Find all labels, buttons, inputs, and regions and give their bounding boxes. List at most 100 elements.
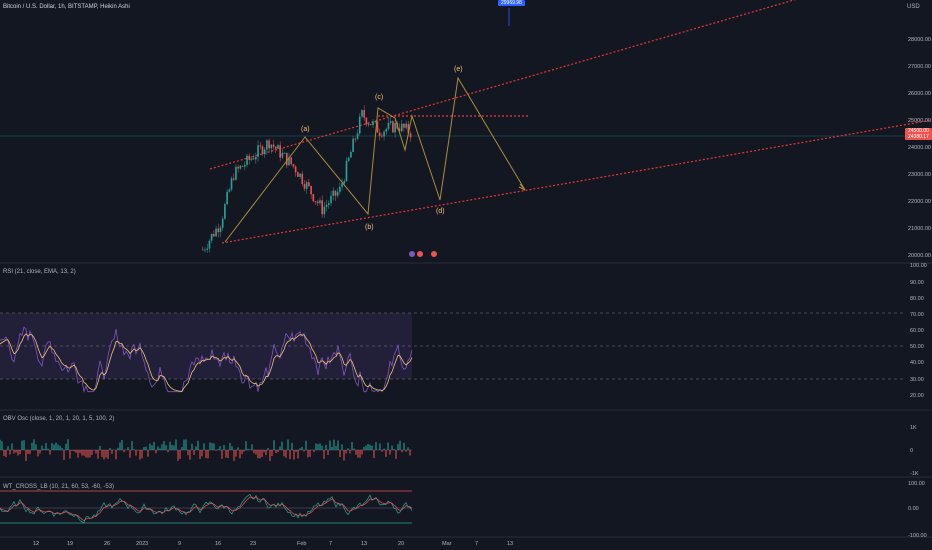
candle-body [303, 184, 306, 189]
price-tick-label: 23000.00 [908, 172, 931, 178]
candle-body [347, 157, 350, 161]
candle-body [283, 152, 286, 154]
candle-body [381, 135, 383, 137]
candle-body [219, 227, 222, 233]
price-tick-label: 25000.00 [908, 118, 931, 124]
wave-label-d: (d) [436, 208, 445, 215]
time-tick-label: 16 [215, 541, 221, 547]
candle-body [394, 123, 396, 133]
candle-body [237, 166, 239, 169]
candle-body [354, 138, 357, 140]
candle-body [356, 133, 359, 139]
candle-body [372, 121, 374, 125]
event-marker [409, 251, 415, 257]
candle-body [328, 203, 330, 205]
top-price-tag: 29969.98 [498, 0, 525, 6]
candle-body [321, 200, 323, 215]
candle-body [210, 233, 213, 241]
candle-body [259, 145, 262, 147]
obv-tick-label: 1K [910, 425, 917, 431]
candle-body [232, 178, 235, 180]
current-price-tag: 24500.00 24380.17 [905, 128, 932, 140]
candle-body [266, 140, 268, 150]
candle-body [257, 145, 259, 157]
candle-body [294, 166, 297, 173]
candle-body [268, 140, 270, 149]
candle-body [279, 145, 281, 158]
candle-body [292, 164, 295, 167]
candle-body [383, 131, 385, 137]
candle-body [272, 144, 275, 147]
wt-tick-label: 0.00 [908, 506, 919, 512]
rsi-tick-label: 60.00 [910, 328, 924, 334]
event-marker [417, 251, 423, 257]
price-tick-label: 20000.00 [908, 253, 931, 259]
candle-body [281, 152, 284, 158]
time-tick-label: 19 [67, 541, 73, 547]
candle-body [341, 183, 343, 187]
time-tick-label: Mar [442, 541, 452, 547]
time-tick-label: 9 [178, 541, 181, 547]
time-tick-label: 12 [33, 541, 39, 547]
wave-label-a: (a) [301, 126, 310, 133]
candle-body [202, 249, 204, 251]
obv-tick-label: 0 [910, 448, 913, 454]
candle-body [255, 156, 257, 160]
symbol-title[interactable]: Bitcoin / U.S. Dollar, 1h, BITSTAMP, Hei… [3, 4, 130, 10]
candle-body [314, 201, 317, 203]
candle-body [370, 124, 372, 125]
obv-legend[interactable]: OBV Osc (close, 1, 20, 1, 20, 1, 5, 100,… [3, 416, 114, 422]
candle-body [221, 218, 224, 228]
candle-body [297, 172, 299, 177]
candle-body [230, 178, 233, 190]
candle-body [274, 146, 277, 149]
candle-body [325, 204, 328, 207]
wave-label-b: (b) [365, 224, 374, 231]
candle-body [385, 128, 388, 132]
candle-body [305, 182, 308, 189]
wt-legend[interactable]: WT_CROSS_LB (10, 21, 60, 53, -60, -53) [3, 484, 114, 490]
rsi-tick-label: 80.00 [910, 296, 924, 302]
price-tick-label: 27000.00 [908, 64, 931, 70]
candle-body [336, 191, 339, 196]
candle-body [204, 249, 206, 251]
chart-canvas[interactable]: 28000.00 27000.00 26000.00 25000.00 24000.00… [0, 0, 932, 550]
candle-body [208, 240, 211, 249]
candle-body [323, 206, 326, 215]
candle-body [244, 165, 246, 167]
candle-body [350, 152, 352, 158]
current-price-sub: 24380.17 [908, 134, 929, 140]
candle-body [332, 190, 335, 196]
rsi-tick-label: 100.00 [910, 263, 927, 269]
candle-body [363, 110, 365, 118]
candle-body [301, 173, 304, 185]
candle-body [312, 194, 315, 202]
wt-line-1 [0, 493, 413, 523]
candle-body [308, 182, 310, 186]
candle-body [215, 228, 217, 237]
candle-body [339, 186, 341, 192]
candle-body [235, 166, 237, 180]
candle-body [365, 117, 368, 125]
time-tick-label: 7 [475, 541, 478, 547]
wt-line-2 [0, 496, 413, 522]
candle-body [361, 110, 363, 117]
candle-body [213, 233, 215, 237]
rsi-tick-label: 40.00 [910, 360, 924, 366]
candle-body [389, 121, 392, 123]
rsi-legend[interactable]: RSI (21, close, EMA, 13, 2) [3, 269, 76, 275]
price-tick-label: 28000.00 [908, 37, 931, 43]
candle-body [290, 157, 293, 165]
wt-tick-label: 100.00 [908, 481, 925, 487]
price-tick-label: 22000.00 [908, 199, 931, 205]
rsi-tick-label: 90.00 [910, 280, 924, 286]
candle-body [378, 132, 381, 136]
time-tick-label: 13 [507, 541, 513, 547]
candle-body [239, 165, 242, 169]
candle-body [334, 190, 337, 196]
obv-tick-label: -1K [910, 471, 919, 477]
candle-body [367, 124, 370, 125]
candle-body [319, 200, 321, 204]
upper-trendline [209, 0, 796, 170]
time-tick-label: 26 [104, 541, 110, 547]
